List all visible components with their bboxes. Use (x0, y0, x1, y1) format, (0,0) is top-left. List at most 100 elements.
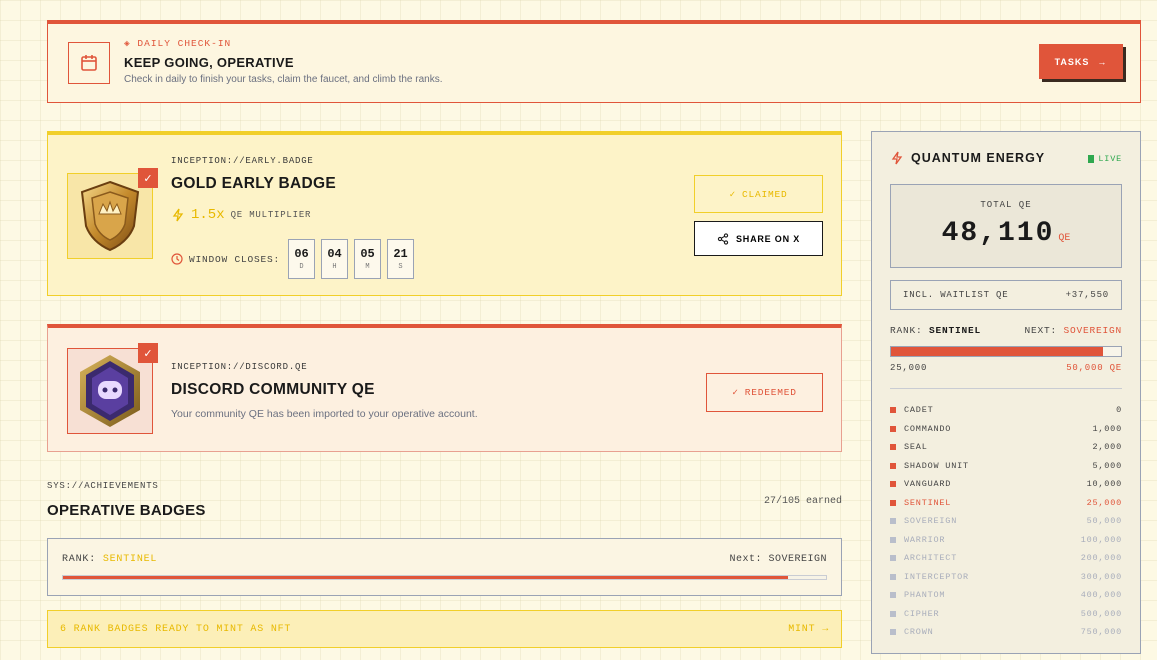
qe-bar-max: 50,000 QE (1066, 363, 1122, 373)
tier-amount: 300,000 (1080, 571, 1122, 582)
rank-tier-row: PHANTOM 400,000 (890, 586, 1122, 605)
qe-bar-min: 25,000 (890, 363, 928, 373)
mint-ready-label: 6 RANK BADGES READY TO MINT AS NFT (60, 624, 292, 635)
tier-marker-icon (890, 555, 896, 562)
rank-label: RANK: SENTINEL (62, 554, 157, 565)
mint-link[interactable]: MINT → (788, 624, 829, 635)
calendar-icon (68, 42, 110, 84)
tier-amount: 500,000 (1080, 608, 1122, 619)
discord-title: DISCORD COMMUNITY QE (171, 381, 375, 398)
checkmark-icon: ✓ (138, 168, 158, 188)
tier-amount: 50,000 (1086, 516, 1122, 527)
countdown-unit: M (365, 263, 370, 271)
tier-marker-icon (890, 610, 896, 617)
mint-nft-banner[interactable]: 6 RANK BADGES READY TO MINT AS NFT MINT … (47, 610, 842, 648)
total-qe-value: 48,110 QE (891, 218, 1121, 249)
discord-community-qe-card: ✓ INCEPTION://DISCORD.QE DISCORD COMMUNI… (47, 324, 842, 452)
rank-tier-list: CADET 0 COMMANDO 1,000 SEAL 2,000 SHADOW UNIT 5… (890, 401, 1122, 642)
qe-next: NEXT: SOVEREIGN (1024, 325, 1122, 336)
rank-tier-row: CROWN 750,000 (890, 623, 1122, 642)
tier-name: COMMANDO (904, 423, 952, 434)
rank-label-text: RANK: (62, 554, 97, 565)
multiplier-value: 1.5x (191, 207, 225, 223)
checkmark-icon: ✓ (732, 387, 739, 398)
tier-amount: 1,000 (1092, 423, 1122, 434)
countdown-value: 04 (327, 247, 342, 261)
waitlist-label: INCL. WAITLIST QE (903, 290, 1009, 300)
checkin-subtitle: Check in daily to finish your tasks, cla… (124, 74, 443, 85)
tier-amount: 750,000 (1080, 627, 1122, 638)
tasks-button[interactable]: TASKS → (1039, 44, 1123, 79)
clock-icon (171, 253, 183, 265)
tier-name: PHANTOM (904, 590, 946, 601)
total-qe-unit: QE (1058, 233, 1071, 244)
discord-kicker: INCEPTION://DISCORD.QE (171, 362, 308, 372)
window-closes-label: WINDOW CLOSES: (189, 253, 281, 265)
next-label: Next: (729, 554, 762, 565)
tier-amount: 2,000 (1092, 442, 1122, 453)
checkin-kicker: ◈ DAILY CHECK-IN (124, 38, 232, 49)
tier-name: ARCHITECT (904, 553, 958, 564)
share-icon (717, 232, 729, 245)
tier-marker-icon (890, 444, 896, 451)
rank-tier-row: ARCHITECT 200,000 (890, 549, 1122, 568)
multiplier-label: QE MULTIPLIER (230, 210, 312, 220)
redeemed-button[interactable]: ✓ REDEEMED (706, 373, 823, 412)
countdown-unit: S (398, 263, 403, 271)
tier-name: CIPHER (904, 608, 940, 619)
qe-rank-value: SENTINEL (929, 325, 982, 336)
total-qe-number: 48,110 (941, 218, 1055, 249)
qe-header: QUANTUM ENERGY (890, 151, 1045, 165)
waitlist-qe-row: INCL. WAITLIST QE +37,550 (890, 280, 1122, 310)
qe-progress-fill (891, 347, 1103, 356)
qe-title: QUANTUM ENERGY (911, 151, 1046, 165)
lightning-icon (172, 208, 184, 222)
qe-next-value: SOVEREIGN (1063, 325, 1122, 336)
checkmark-icon: ✓ (729, 188, 736, 200)
qe-multiplier: 1.5x QE MULTIPLIER (171, 207, 311, 223)
gold-badge-kicker: INCEPTION://EARLY.BADGE (171, 156, 314, 166)
checkmark-icon: ✓ (138, 343, 158, 363)
tier-name: INTERCEPTOR (904, 571, 969, 582)
tier-name: SOVEREIGN (904, 516, 958, 527)
live-indicator: LIVE (1088, 154, 1122, 164)
gold-early-badge-card: ✓ INCEPTION://EARLY.BADGE GOLD EARLY BAD… (47, 131, 842, 296)
qe-next-label: NEXT: (1024, 325, 1057, 336)
discord-hexagon-icon (80, 355, 140, 427)
share-on-x-button[interactable]: SHARE ON X (694, 221, 823, 256)
tier-name: SENTINEL (904, 497, 952, 508)
claimed-button[interactable]: ✓ CLAIMED (694, 175, 823, 213)
tier-marker-icon (890, 407, 896, 414)
countdown-value: 05 (360, 247, 375, 261)
rank-tier-row: CADET 0 (890, 401, 1122, 420)
tier-marker-icon (890, 592, 896, 599)
qe-rank-label: RANK: (890, 325, 923, 336)
countdown-value: 21 (393, 247, 408, 261)
rank-progress-box: RANK: SENTINEL Next: SOVEREIGN (47, 538, 842, 596)
discord-description: Your community QE has been imported to y… (171, 408, 478, 420)
rank-tier-row: CIPHER 500,000 (890, 605, 1122, 624)
tier-amount: 200,000 (1080, 553, 1122, 564)
checkin-title: KEEP GOING, OPERATIVE (124, 55, 294, 70)
tier-name: CROWN (904, 627, 934, 638)
rank-tier-row: SENTINEL 25,000 (890, 494, 1122, 513)
rank-tier-row: SOVEREIGN 50,000 (890, 512, 1122, 531)
operative-badges-title: OPERATIVE BADGES (47, 502, 206, 519)
total-qe-label: TOTAL QE (980, 200, 1032, 210)
qe-rank-row: RANK: SENTINEL NEXT: SOVEREIGN (890, 325, 1122, 336)
share-label: SHARE ON X (735, 233, 800, 244)
countdown-unit: D (299, 263, 304, 271)
rank-tier-row: COMMANDO 1,000 (890, 420, 1122, 439)
tier-marker-icon (890, 536, 896, 543)
rank-tier-row: SHADOW UNIT 5,000 (890, 457, 1122, 476)
tasks-button-label: TASKS (1054, 56, 1090, 67)
qe-progress-bar (890, 346, 1122, 357)
rank-progress-fill (63, 576, 788, 579)
discord-badge-image: ✓ (67, 343, 158, 434)
live-label: LIVE (1098, 154, 1122, 164)
tier-amount: 10,000 (1086, 479, 1122, 490)
quantum-energy-panel: QUANTUM ENERGY LIVE TOTAL QE 48,110 QE IN… (871, 131, 1141, 654)
tier-marker-icon (890, 499, 896, 506)
qe-rank: RANK: SENTINEL (890, 325, 981, 336)
rank-tier-row: SEAL 2,000 (890, 438, 1122, 457)
